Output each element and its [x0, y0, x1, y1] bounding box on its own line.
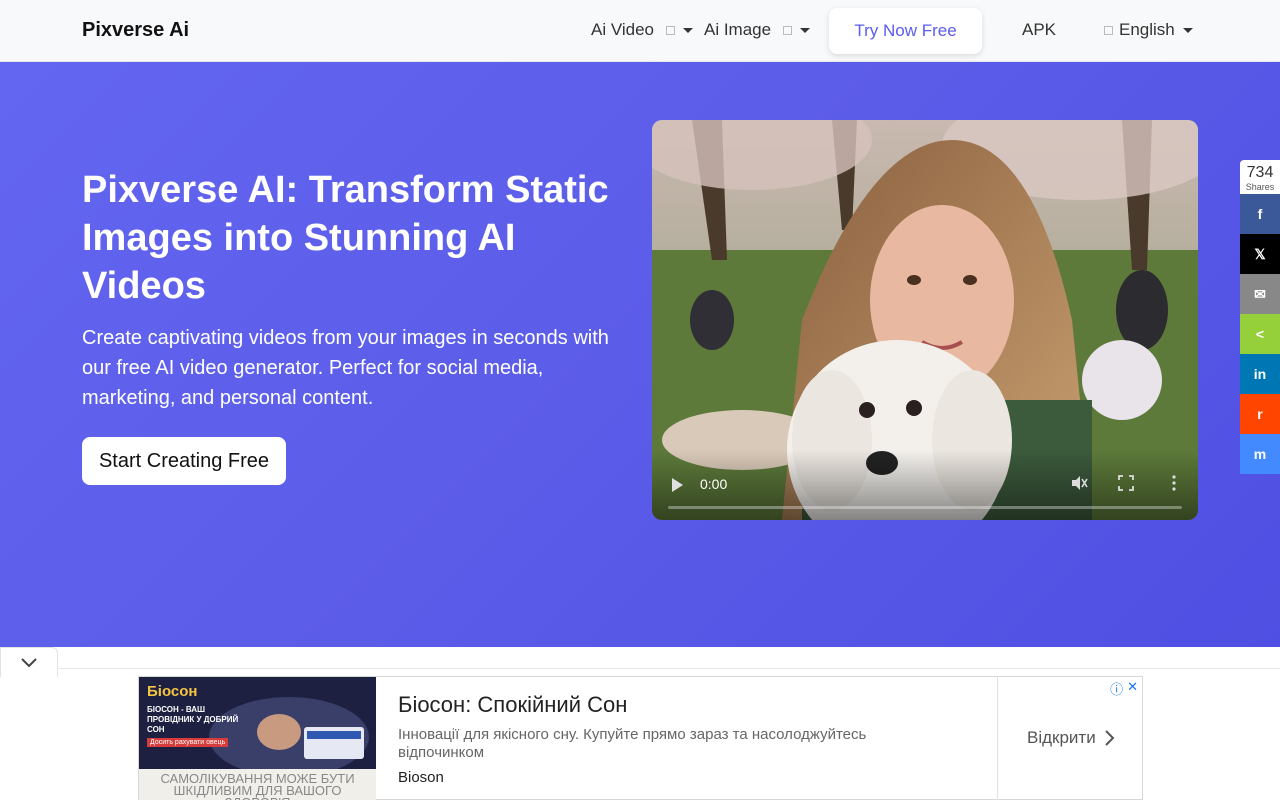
ad-image-footer: САМОЛІКУВАННЯ МОЖЕ БУТИ ШКІДЛИВИМ ДЛЯ ВА… — [160, 771, 355, 800]
ad-brand: Bioson — [398, 769, 444, 786]
hero-video[interactable]: 0:00 — [652, 120, 1198, 520]
ad-banner[interactable]: Біосон БІОСОН - ВАШ ПРОВІДНИК У ДОБРИЙ С… — [138, 676, 1143, 800]
share-linkedin-button[interactable]: in — [1240, 354, 1280, 394]
mute-icon[interactable] — [1070, 474, 1088, 492]
share-x-button[interactable]: 𝕏 — [1240, 234, 1280, 274]
nav-ai-video-dropdown[interactable]: Ai Video — [591, 20, 694, 40]
video-icon — [666, 25, 676, 35]
hero-section: Pixverse AI: Transform Static Images int… — [0, 62, 1280, 647]
share-messenger-button[interactable]: m — [1240, 434, 1280, 474]
brand-logo[interactable]: Pixverse Ai — [82, 19, 189, 42]
ad-description: Інновації для якісного сну. Купуйте прям… — [398, 726, 867, 761]
hero-subtitle: Create captivating videos from your imag… — [82, 327, 609, 409]
ad-image-text: БІОСОН - ВАШ ПРОВІДНИК У ДОБРИЙ СОН — [147, 705, 239, 734]
ad-image[interactable]: Біосон БІОСОН - ВАШ ПРОВІДНИК У ДОБРИЙ С… — [139, 677, 376, 800]
image-icon — [783, 25, 793, 35]
nav-ai-image-dropdown[interactable]: Ai Image — [704, 20, 811, 40]
nav-ai-video-label: Ai Video — [591, 20, 655, 39]
share-count: 734 Shares — [1240, 160, 1280, 194]
play-icon[interactable] — [672, 478, 683, 492]
chevron-right-icon — [1105, 730, 1115, 746]
facebook-icon: f — [1257, 206, 1263, 222]
nav-ai-image-label: Ai Image — [704, 20, 772, 39]
share-reddit-button[interactable]: r — [1240, 394, 1280, 434]
video-time: 0:00 — [700, 476, 728, 492]
ad-image-logo: Біосон — [147, 683, 198, 700]
hero-title: Pixverse AI: Transform Static Images int… — [82, 169, 609, 307]
info-icon[interactable]: ⓘ — [1110, 679, 1123, 698]
caret-down-icon — [800, 27, 811, 33]
language-label: English — [1119, 20, 1175, 39]
caret-down-icon — [683, 27, 694, 33]
reddit-icon: r — [1257, 406, 1263, 422]
sharethis-icon: < — [1255, 326, 1265, 342]
navbar: Pixverse Ai Ai Video Ai Image Try Now Fr… — [0, 0, 1280, 62]
share-email-button[interactable]: ✉ — [1240, 274, 1280, 314]
more-options-icon[interactable] — [1172, 474, 1176, 492]
email-icon: ✉ — [1254, 285, 1266, 302]
divider — [58, 668, 1280, 669]
share-count-number: 734 — [1246, 164, 1274, 181]
share-sharethis-button[interactable]: < — [1240, 314, 1280, 354]
fullscreen-icon[interactable] — [1118, 475, 1134, 491]
globe-icon — [1104, 25, 1113, 35]
ad-open-button[interactable]: Відкрити — [1027, 728, 1116, 748]
ad-open-label: Відкрити — [1027, 728, 1096, 747]
divider — [997, 677, 998, 800]
ad-title[interactable]: Біосон: Спокійний Сон — [398, 692, 627, 718]
caret-down-icon — [1182, 27, 1193, 33]
start-creating-button[interactable]: Start Creating Free — [82, 437, 286, 485]
video-progress-bar[interactable] — [668, 506, 1182, 509]
chevron-down-icon — [21, 657, 37, 667]
x-icon: 𝕏 — [1254, 245, 1266, 262]
share-count-label: Shares — [1245, 182, 1275, 192]
language-dropdown[interactable]: English — [1104, 20, 1193, 40]
nav-apk-link[interactable]: APK — [1022, 20, 1056, 40]
close-icon[interactable]: ✕ — [1127, 679, 1138, 698]
share-facebook-button[interactable]: f — [1240, 194, 1280, 234]
messenger-icon: m — [1253, 446, 1267, 462]
video-controls: 0:00 — [652, 450, 1198, 520]
collapse-ad-button[interactable] — [0, 647, 58, 677]
share-sidebar: 734 Shares f 𝕏 ✉ < in r m — [1240, 160, 1280, 474]
ad-image-badge: Досить рахувати овець — [147, 738, 229, 747]
ad-choices[interactable]: ⓘ ✕ — [1110, 679, 1138, 698]
try-now-free-button[interactable]: Try Now Free — [829, 8, 982, 54]
linkedin-icon: in — [1253, 366, 1267, 382]
